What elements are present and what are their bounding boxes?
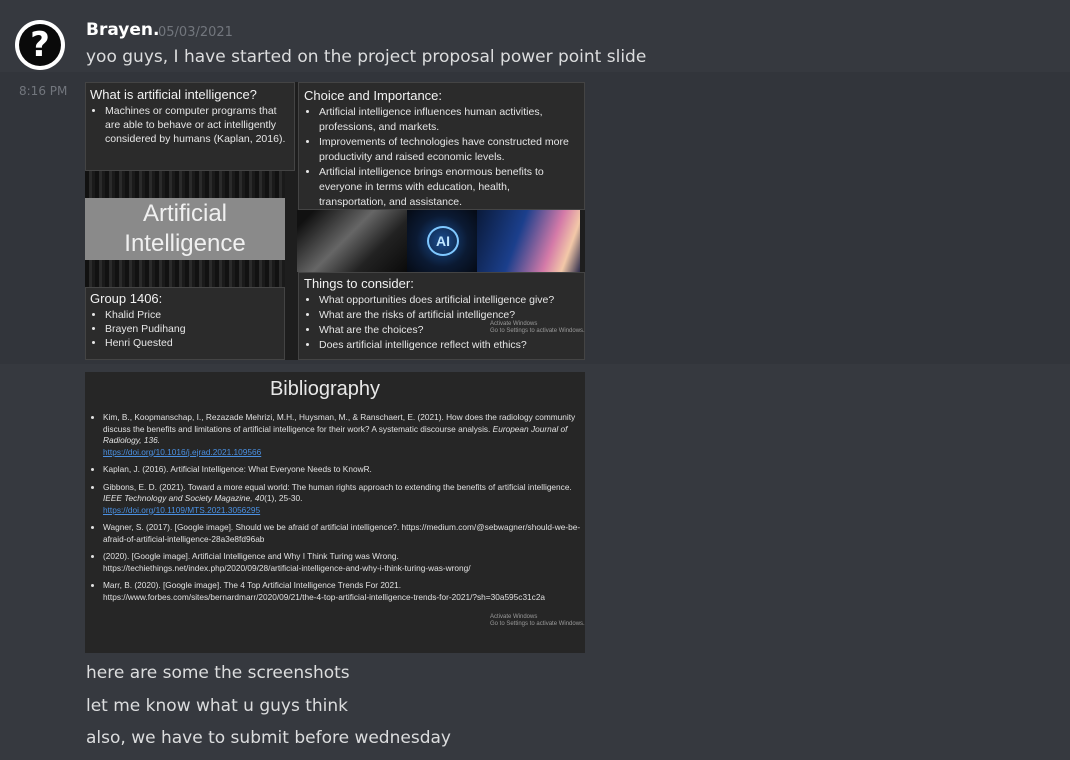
bibliography-entry: Kim, B., Koopmanschap, I., Rezazade Mehr…	[103, 412, 583, 458]
bibliography-entry: Marr, B. (2020). [Google image]. The 4 T…	[103, 580, 583, 603]
entry-text: (2020). [Google image]. Artificial Intel…	[103, 551, 471, 573]
list-item: Machines or computer programs that are a…	[105, 104, 290, 146]
watermark-line-1: Activate Windows	[490, 614, 538, 620]
things-to-consider-panel: Things to consider: What opportunities d…	[298, 272, 585, 360]
entry-text: Marr, B. (2020). [Google image]. The 4 T…	[103, 580, 546, 602]
entry-journal: IEEE Technology and Society Magazine, 40	[103, 493, 265, 503]
choice-title: Choice and Importance:	[304, 88, 443, 103]
bibliography-entry: Gibbons, E. D. (2021). Toward a more equ…	[103, 482, 583, 517]
bibliography-entry: (2020). [Google image]. Artificial Intel…	[103, 551, 583, 574]
list-item: Brayen Pudihang	[105, 322, 280, 336]
doi-link[interactable]: https://doi.org/10.1109/MTS.2021.3056295	[103, 505, 583, 517]
group-panel: Group 1406: Khalid Price Brayen Pudihang…	[85, 287, 285, 360]
group-title: Group 1406:	[90, 291, 163, 306]
entry-text: Gibbons, E. D. (2021). Toward a more equ…	[103, 481, 572, 492]
list-item: Khalid Price	[105, 308, 280, 322]
ai-circuit-image: AI	[407, 210, 477, 272]
bibliography-list: Kim, B., Koopmanschap, I., Rezazade Mehr…	[93, 412, 583, 609]
message-side-timestamp: 8:16 PM	[19, 84, 68, 98]
list-item: Does artificial intelligence reflect wit…	[319, 338, 579, 353]
list-item: Improvements of technologies have constr…	[319, 135, 579, 165]
list-item: Henri Quested	[105, 336, 280, 350]
list-item: Artificial intelligence influences human…	[319, 105, 579, 135]
watermark-line-2: Go to Settings to activate Windows.	[490, 621, 585, 627]
ai-title-box: Artificial Intelligence	[85, 198, 285, 260]
watermark-line-1: Activate Windows	[490, 321, 538, 327]
slide-image-strip: AI	[297, 210, 580, 272]
ai-badge: AI	[427, 226, 459, 256]
activate-windows-watermark: Activate Windows Go to Settings to activ…	[490, 321, 585, 335]
message-text: here are some the screenshots	[86, 663, 350, 683]
avatar[interactable]: ?	[15, 20, 65, 70]
group-list: Khalid Price Brayen Pudihang Henri Quest…	[90, 308, 280, 350]
message-text: let me know what u guys think	[86, 696, 349, 716]
what-is-ai-list: Machines or computer programs that are a…	[90, 104, 290, 146]
bibliography-entry: Kaplan, J. (2016). Artificial Intelligen…	[103, 464, 583, 476]
username[interactable]: Brayen.	[86, 20, 159, 40]
decorative-stripes	[85, 260, 285, 288]
slide-screenshot-1[interactable]: What is artificial intelligence? Machine…	[85, 82, 585, 360]
message-timestamp: 05/03/2021	[158, 25, 233, 40]
what-is-ai-panel: What is artificial intelligence? Machine…	[85, 82, 295, 171]
entry-text: Wagner, S. (2017). [Google image]. Shoul…	[103, 522, 581, 544]
choice-list: Artificial intelligence influences human…	[304, 105, 579, 210]
ai-title-line-2: Intelligence	[124, 230, 246, 257]
robot-hand-image	[477, 210, 580, 272]
what-is-ai-title: What is artificial intelligence?	[90, 87, 257, 102]
slide-screenshot-2[interactable]: Bibliography Kim, B., Koopmanschap, I., …	[85, 372, 585, 653]
entry-text: Kaplan, J. (2016). Artificial Intelligen…	[103, 464, 372, 474]
list-item: Artificial intelligence brings enormous …	[319, 165, 579, 210]
message-text: yoo guys, I have started on the project …	[86, 47, 647, 67]
list-item: What opportunities does artificial intel…	[319, 293, 579, 308]
choice-importance-panel: Choice and Importance: Artificial intell…	[298, 82, 585, 210]
watermark-line-2: Go to Settings to activate Windows.	[490, 328, 585, 334]
activate-windows-watermark: Activate Windows Go to Settings to activ…	[490, 614, 585, 628]
doi-link[interactable]: https://doi.org/10.1016/j.ejrad.2021.109…	[103, 447, 583, 459]
bibliography-entry: Wagner, S. (2017). [Google image]. Shoul…	[103, 522, 583, 545]
bibliography-title: Bibliography	[269, 378, 381, 400]
question-mark-icon: ?	[19, 24, 61, 66]
decorative-stripes	[85, 171, 285, 199]
message-text: also, we have to submit before wednesday	[86, 728, 451, 748]
entry-issue: (1), 25-30.	[264, 493, 303, 503]
things-title: Things to consider:	[304, 276, 414, 291]
ai-title-line-1: Artificial	[142, 200, 227, 227]
robot-head-image	[297, 210, 407, 272]
